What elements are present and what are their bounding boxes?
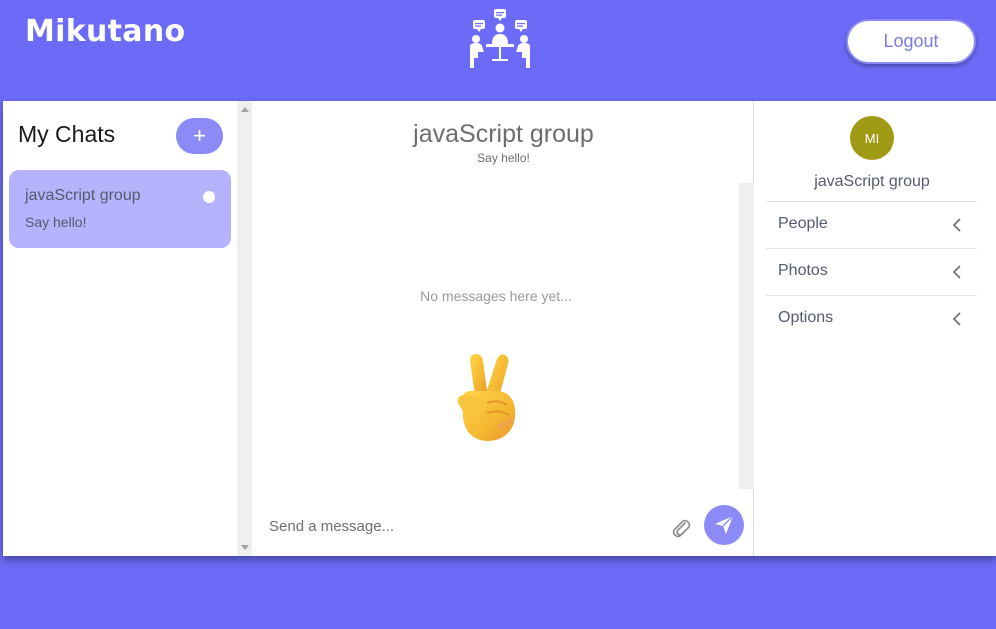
settings-section-options[interactable]: Options (766, 295, 977, 342)
chevron-left-icon (952, 312, 961, 326)
meeting-people-icon (470, 9, 530, 68)
paperclip-icon[interactable] (671, 517, 691, 539)
chat-avatar: MI (850, 116, 894, 160)
message-input[interactable] (269, 511, 649, 541)
peace-hand-emoji (457, 354, 516, 441)
chevron-left-icon (952, 218, 961, 232)
chat-card-last-message: Say hello! (25, 214, 87, 230)
chat-feed-subtitle: Say hello! (477, 151, 530, 165)
chat-settings-panel: MI javaScript group People Photos Option… (755, 101, 996, 556)
unread-dot (203, 191, 215, 203)
new-chat-button[interactable]: + (176, 118, 223, 154)
feed-scrollbar[interactable] (739, 183, 754, 489)
settings-section-people[interactable]: People (766, 201, 977, 248)
settings-section-photos[interactable]: Photos (766, 248, 977, 295)
logout-button[interactable]: Logout (846, 19, 976, 64)
settings-section-label: Options (778, 309, 834, 326)
plus-icon: + (193, 123, 206, 148)
scroll-down-arrow-icon[interactable] (241, 545, 249, 550)
chat-feed-panel: javaScript group Say hello! No messages … (253, 101, 754, 556)
chat-list-panel: My Chats + javaScript group Say hello! (3, 101, 252, 556)
chat-list-title: My Chats (18, 121, 116, 147)
chat-card-javascript-group[interactable]: javaScript group Say hello! (9, 170, 231, 248)
send-button[interactable] (704, 505, 744, 545)
settings-section-label: People (778, 215, 828, 232)
empty-feed-message: No messages here yet... (420, 288, 572, 304)
chat-feed-title: javaScript group (413, 120, 594, 148)
app-brand: Mikutano (25, 14, 186, 49)
settings-section-label: Photos (778, 262, 828, 279)
chat-card-title: javaScript group (25, 187, 141, 204)
send-plane-icon (715, 515, 734, 534)
chevron-left-icon (952, 265, 961, 279)
scroll-up-arrow-icon[interactable] (241, 107, 249, 112)
chat-engine: My Chats + javaScript group Say hello! j… (3, 101, 996, 556)
chat-list-scrollbar[interactable] (237, 101, 252, 556)
chat-settings-title: javaScript group (814, 173, 930, 190)
